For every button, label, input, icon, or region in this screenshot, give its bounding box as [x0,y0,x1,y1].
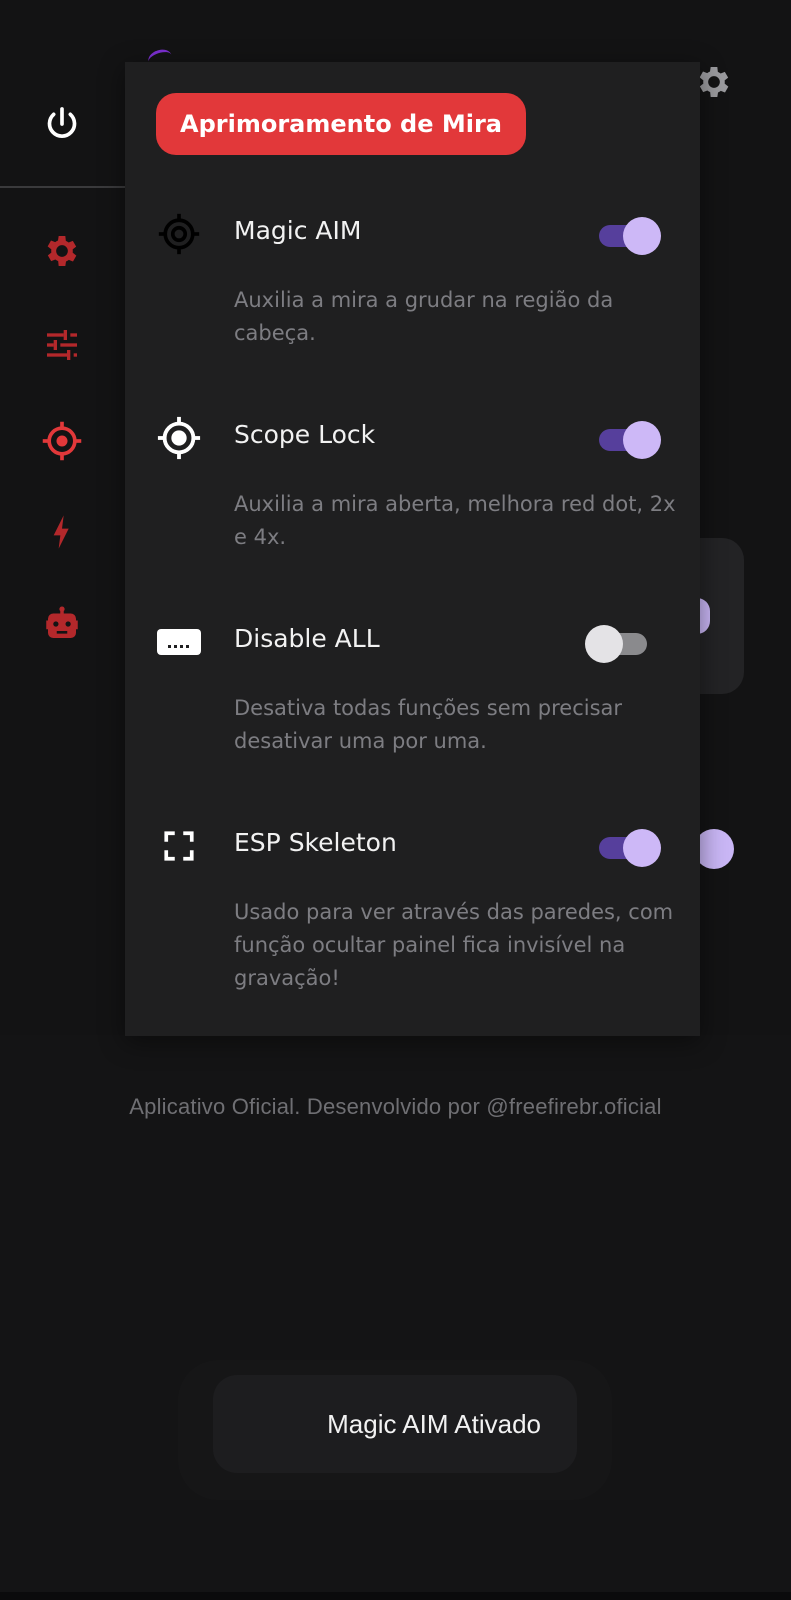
toggle-knob [623,421,661,459]
toggle-knob [585,625,623,663]
sidebar-item-robot[interactable] [40,602,84,646]
aim-enhancement-panel: Aprimoramento de Mira Magic AIM Auxilia … [125,62,700,1036]
option-label: Disable ALL [234,624,380,653]
gps-fixed-icon [157,416,201,460]
option-label: Scope Lock [234,420,376,449]
crosshair-icon [158,213,200,255]
option-scope-lock: Scope Lock Auxilia a mira aberta, melhor… [125,414,700,604]
fullscreen-icon [164,831,194,861]
sidebar-item-settings[interactable] [40,229,84,273]
toggle-knob [623,829,661,867]
magic-aim-toggle[interactable] [597,216,663,256]
target-icon [42,421,82,461]
disable-all-toggle[interactable] [585,624,651,664]
option-label: ESP Skeleton [234,828,397,857]
option-description: Usado para ver através das paredes, com … [234,900,674,990]
bolt-icon [53,515,69,549]
option-icon-wrap [155,210,203,258]
toast-message: Magic AIM Ativado [213,1375,577,1473]
option-description: Auxilia a mira a grudar na região da cab… [234,288,614,345]
option-icon-wrap [155,822,203,870]
settings-icon [47,236,77,266]
robot-icon [46,606,78,638]
panel-title-badge: Aprimoramento de Mira [156,93,526,155]
sidebar-item-bolt[interactable] [40,510,84,554]
option-description: Auxilia a mira aberta, melhora red dot, … [234,492,676,549]
option-magic-aim: Magic AIM Auxilia a mira a grudar na reg… [125,210,700,400]
esp-skeleton-toggle[interactable] [597,828,663,868]
option-disable-all: Disable ALL Desativa todas funções sem p… [125,618,700,808]
background-toggle-knob [694,829,734,869]
option-esp-skeleton: ESP Skeleton Usado para ver através das … [125,822,700,1012]
bottom-edge [0,1592,791,1600]
power-icon [47,107,77,138]
sidebar-item-sliders[interactable] [40,323,84,367]
option-icon-wrap [155,618,203,666]
footer-credit: Aplicativo Oficial. Desenvolvido por @fr… [129,1094,662,1119]
keyboard-spacebar-icon [157,629,201,655]
power-button[interactable] [40,102,84,146]
sliders-icon [47,330,77,360]
sidebar-divider [0,186,125,188]
option-icon-wrap [155,414,203,462]
option-label: Magic AIM [234,216,362,245]
option-description: Desativa todas funções sem precisar desa… [234,696,623,753]
sidebar-item-target[interactable] [40,419,84,463]
scope-lock-toggle[interactable] [597,420,663,460]
gear-icon [699,67,729,97]
toggle-knob [623,217,661,255]
